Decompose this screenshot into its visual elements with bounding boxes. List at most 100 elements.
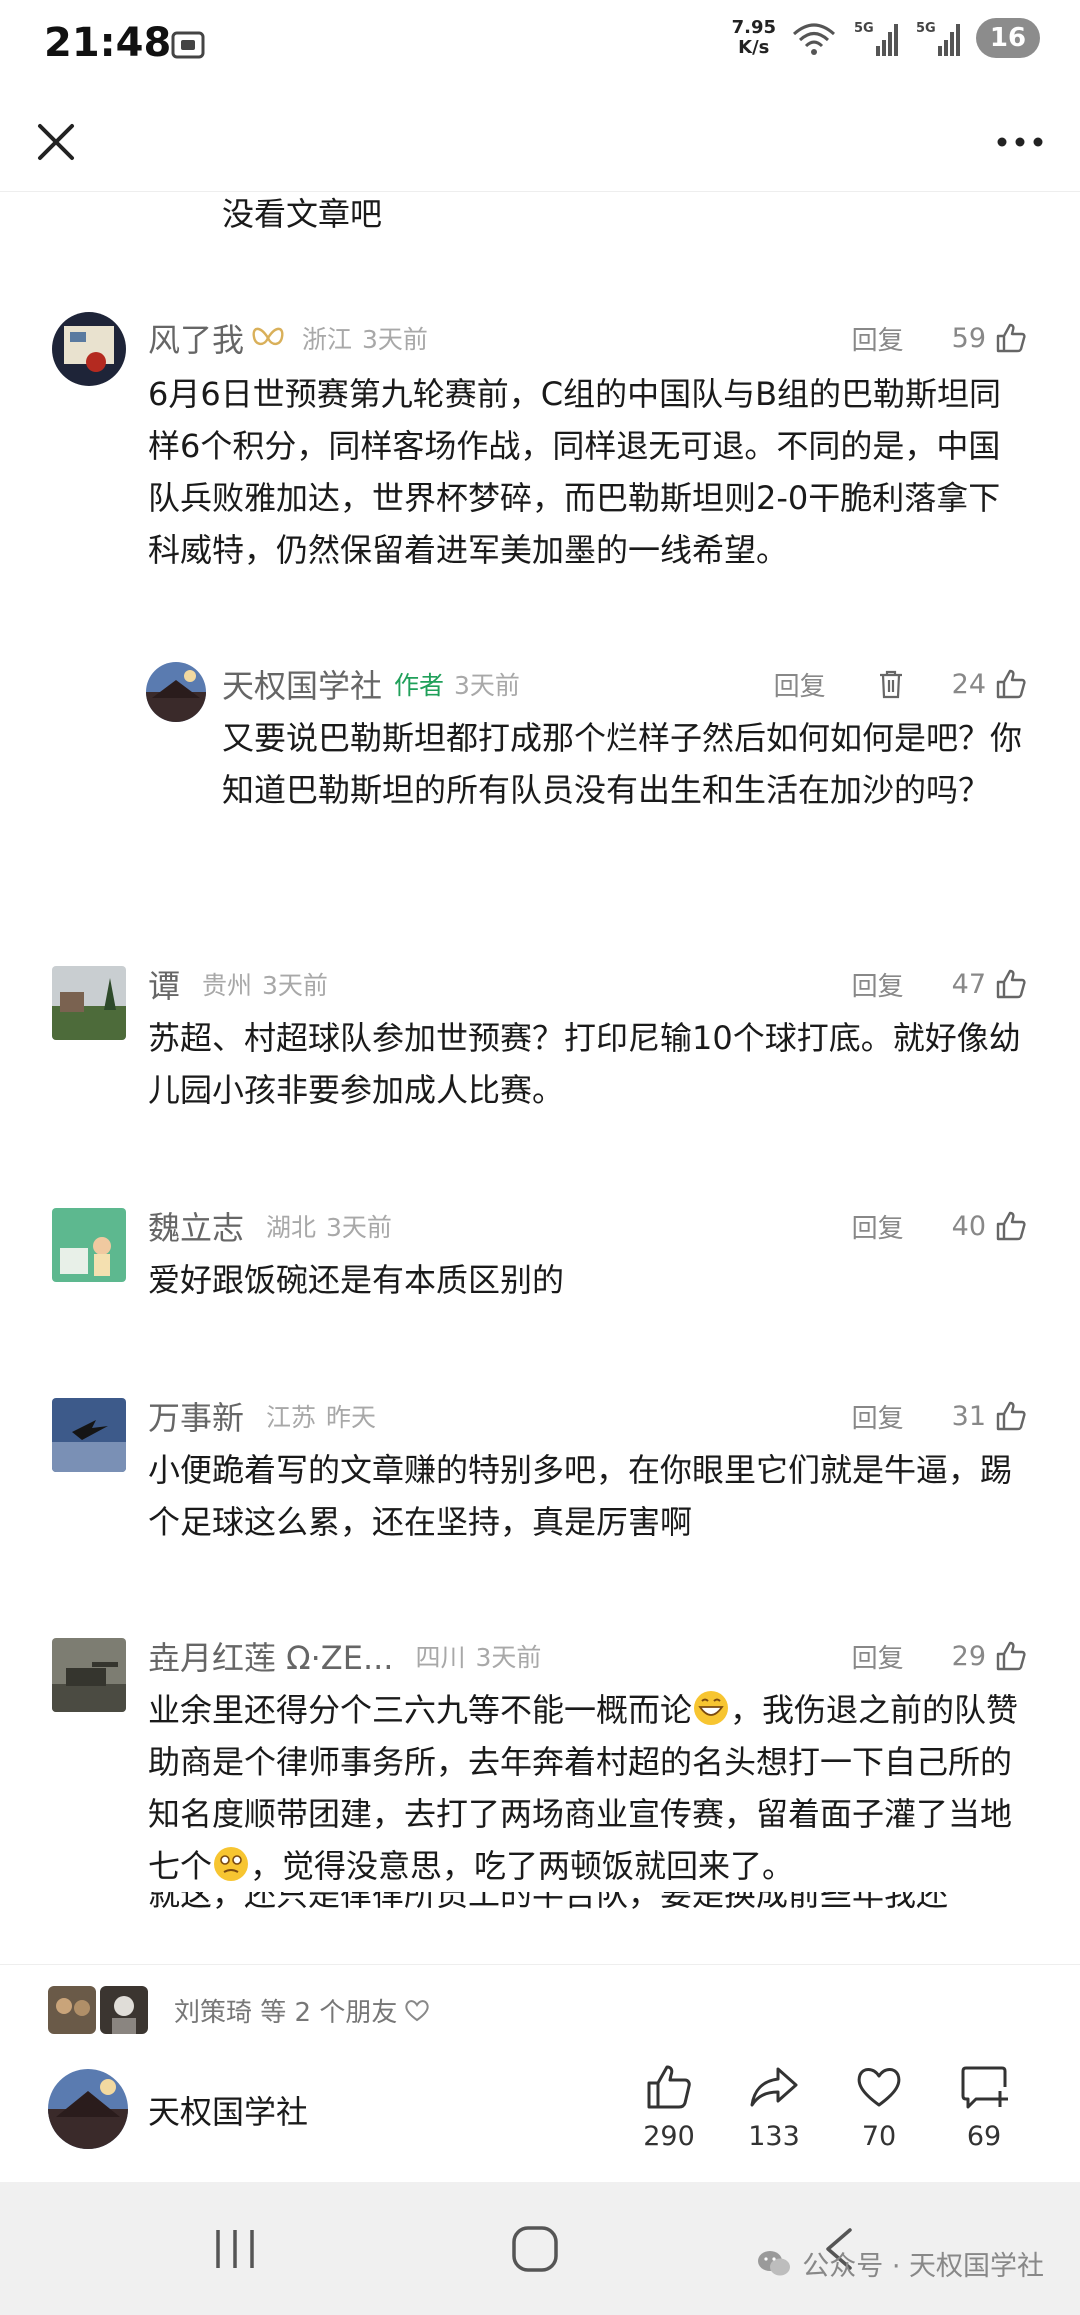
comment-actions: 回复 59 bbox=[852, 316, 1028, 360]
avatar[interactable] bbox=[52, 966, 126, 1040]
comment-time: 3天前 bbox=[262, 971, 328, 1000]
dizzy-face-emoji-icon bbox=[214, 1847, 249, 1881]
comment-time: 3天前 bbox=[326, 1213, 392, 1242]
friends-liked-row[interactable]: 刘策琦 等 2 个朋友 bbox=[48, 1985, 431, 2035]
avatar[interactable] bbox=[52, 1638, 126, 1712]
commenter-name[interactable]: 谭 bbox=[148, 961, 180, 1007]
wechat-icon bbox=[758, 2250, 791, 2275]
thumbs-up-icon[interactable] bbox=[994, 1209, 1028, 1243]
battery-indicator: 16 bbox=[976, 18, 1040, 58]
thumbs-up-icon[interactable] bbox=[994, 1399, 1028, 1433]
comment-text: 苏超、村超球队参加世预赛？打印尼输10个球打底。就好像幼儿园小孩非要参加成人比赛… bbox=[148, 1019, 1021, 1109]
avatar-image bbox=[52, 1398, 126, 1472]
comment-text: 又要说巴勒斯坦都打成那个烂样子然后如何如何是吧？你知道巴勒斯坦的所有队员没有出生… bbox=[222, 719, 1023, 809]
like-count: 31 bbox=[951, 1400, 986, 1432]
commenter-name[interactable]: 万事新 bbox=[148, 1393, 244, 1439]
thumbs-up-icon[interactable] bbox=[994, 667, 1028, 701]
avatar[interactable] bbox=[52, 312, 126, 386]
commenter-name[interactable]: 垚月红莲 Ω·ZE... bbox=[148, 1633, 393, 1679]
comment-text: 爱好跟饭碗还是有本质区别的 bbox=[148, 1261, 565, 1299]
comment-text: 业余里还得分个三六九等不能一概而论 ，我伤退之前的队赞助商是个律师事务所，去年奔… bbox=[148, 1684, 1028, 1918]
like-count: 59 bbox=[951, 322, 986, 354]
comment-time: 昨天 bbox=[326, 1403, 377, 1432]
reply-button[interactable]: 回复 bbox=[852, 966, 904, 1003]
svg-text:5G: 5G bbox=[854, 21, 874, 36]
like-action[interactable]: 290 bbox=[624, 2061, 714, 2152]
comment-location: 四川 bbox=[415, 1643, 466, 1672]
signal-icon-2: 5G bbox=[916, 21, 960, 56]
friend-avatar bbox=[48, 1986, 96, 2034]
grinning-emoji-icon bbox=[694, 1691, 729, 1725]
heart-icon bbox=[857, 2068, 901, 2107]
comment-count: 69 bbox=[966, 2121, 1002, 2152]
like-count: 290 bbox=[643, 2121, 695, 2152]
status-bar: 21:48 7.95 K/s 5G 5G 16 bbox=[0, 0, 1080, 92]
thumbs-up-icon bbox=[647, 2065, 691, 2109]
wifi-icon bbox=[792, 23, 836, 55]
delete-icon[interactable] bbox=[874, 667, 908, 701]
favorite-action[interactable]: 70 bbox=[834, 2061, 924, 2152]
author-avatar-image bbox=[48, 2069, 128, 2149]
avatar[interactable] bbox=[146, 662, 206, 722]
close-icon[interactable] bbox=[26, 112, 86, 172]
like-count: 47 bbox=[951, 968, 986, 1000]
commenter-name[interactable]: 风了我 bbox=[148, 315, 244, 361]
comment-location: 江苏 bbox=[266, 1403, 317, 1432]
comment-location: 贵州 bbox=[202, 971, 253, 1000]
commenter-name[interactable]: 魏立志 bbox=[148, 1203, 244, 1249]
reply-button[interactable]: 回复 bbox=[852, 1638, 904, 1675]
recent-apps-icon[interactable] bbox=[210, 2224, 260, 2274]
avatar[interactable] bbox=[52, 1398, 126, 1472]
friends-liked-text: 刘策琦 等 2 个朋友 bbox=[174, 1997, 398, 2028]
comment-time: 3天前 bbox=[454, 671, 520, 700]
avatar-image bbox=[52, 1638, 126, 1712]
comment-actions: 回复 29 bbox=[852, 1634, 1028, 1678]
favorite-count: 70 bbox=[861, 2121, 897, 2152]
reply-button[interactable]: 回复 bbox=[774, 666, 826, 703]
bottom-action-bar: 刘策琦 等 2 个朋友 天权国学社 290 133 70 69 bbox=[0, 1964, 1080, 2182]
author-avatar[interactable] bbox=[48, 2069, 128, 2149]
comment-text-cut-off: 就这，还只是律律所员工的半吉队，要是换成前些年我还 bbox=[148, 1892, 949, 1913]
comment-header: 谭 贵州 3天前 bbox=[148, 962, 328, 1006]
comment-text: 小便跪着写的文章赚的特别多吧，在你眼里它们就是牛逼，踢个足球这么累，还在坚持，真… bbox=[148, 1451, 1013, 1541]
top-nav bbox=[0, 92, 1080, 192]
reply-button[interactable]: 回复 bbox=[852, 320, 904, 357]
comment-header: 万事新 江苏 昨天 bbox=[148, 1394, 376, 1438]
comment-actions: 回复 40 bbox=[852, 1204, 1028, 1248]
thumbs-up-icon[interactable] bbox=[994, 967, 1028, 1001]
comment-continuation-text: 没看文章吧 bbox=[222, 195, 383, 233]
like-count: 29 bbox=[951, 1640, 986, 1672]
avatar-image bbox=[52, 966, 126, 1040]
net-speed: 7.95 K/s bbox=[731, 17, 776, 58]
screen-record-icon bbox=[171, 31, 205, 59]
avatar-image bbox=[146, 662, 206, 722]
like-count: 24 bbox=[951, 668, 986, 700]
heart-outline-icon bbox=[405, 2000, 430, 2022]
share-action[interactable]: 133 bbox=[729, 2061, 819, 2152]
comment-header: 天权国学社 作者 3天前 bbox=[222, 662, 520, 706]
friend-avatar-image bbox=[48, 1986, 96, 2034]
commenter-name[interactable]: 天权国学社 bbox=[222, 661, 382, 707]
share-count: 133 bbox=[748, 2121, 800, 2152]
comment-location: 湖北 bbox=[266, 1213, 317, 1242]
friend-avatar-image bbox=[100, 1986, 148, 2034]
author-name[interactable]: 天权国学社 bbox=[148, 2087, 308, 2133]
like-count: 40 bbox=[951, 1210, 986, 1242]
avatar[interactable] bbox=[52, 1208, 126, 1282]
comment-action[interactable]: 69 bbox=[939, 2061, 1029, 2152]
watermark-text: 公众号 · 天权国学社 bbox=[802, 2251, 1044, 2282]
status-time: 21:48 bbox=[44, 20, 172, 66]
home-icon[interactable] bbox=[508, 2222, 562, 2276]
signal-icon-1: 5G bbox=[854, 21, 898, 56]
thumbs-up-icon[interactable] bbox=[994, 321, 1028, 355]
thumbs-up-icon[interactable] bbox=[994, 1639, 1028, 1673]
reply-button[interactable]: 回复 bbox=[852, 1398, 904, 1435]
author-tag: 作者 bbox=[394, 671, 445, 700]
reply-button[interactable]: 回复 bbox=[852, 1208, 904, 1245]
comment-time: 3天前 bbox=[362, 325, 428, 354]
comment-actions: 回复 47 bbox=[852, 962, 1028, 1006]
more-options-icon[interactable] bbox=[990, 112, 1050, 172]
comment-actions: 回复 31 bbox=[852, 1394, 1028, 1438]
comment-list[interactable]: 没看文章吧 风了我 浙江 3天前 回复 59 6月6日世预赛第九轮赛前，C组的中… bbox=[0, 192, 1080, 1964]
comment-add-icon bbox=[961, 2066, 1008, 2109]
